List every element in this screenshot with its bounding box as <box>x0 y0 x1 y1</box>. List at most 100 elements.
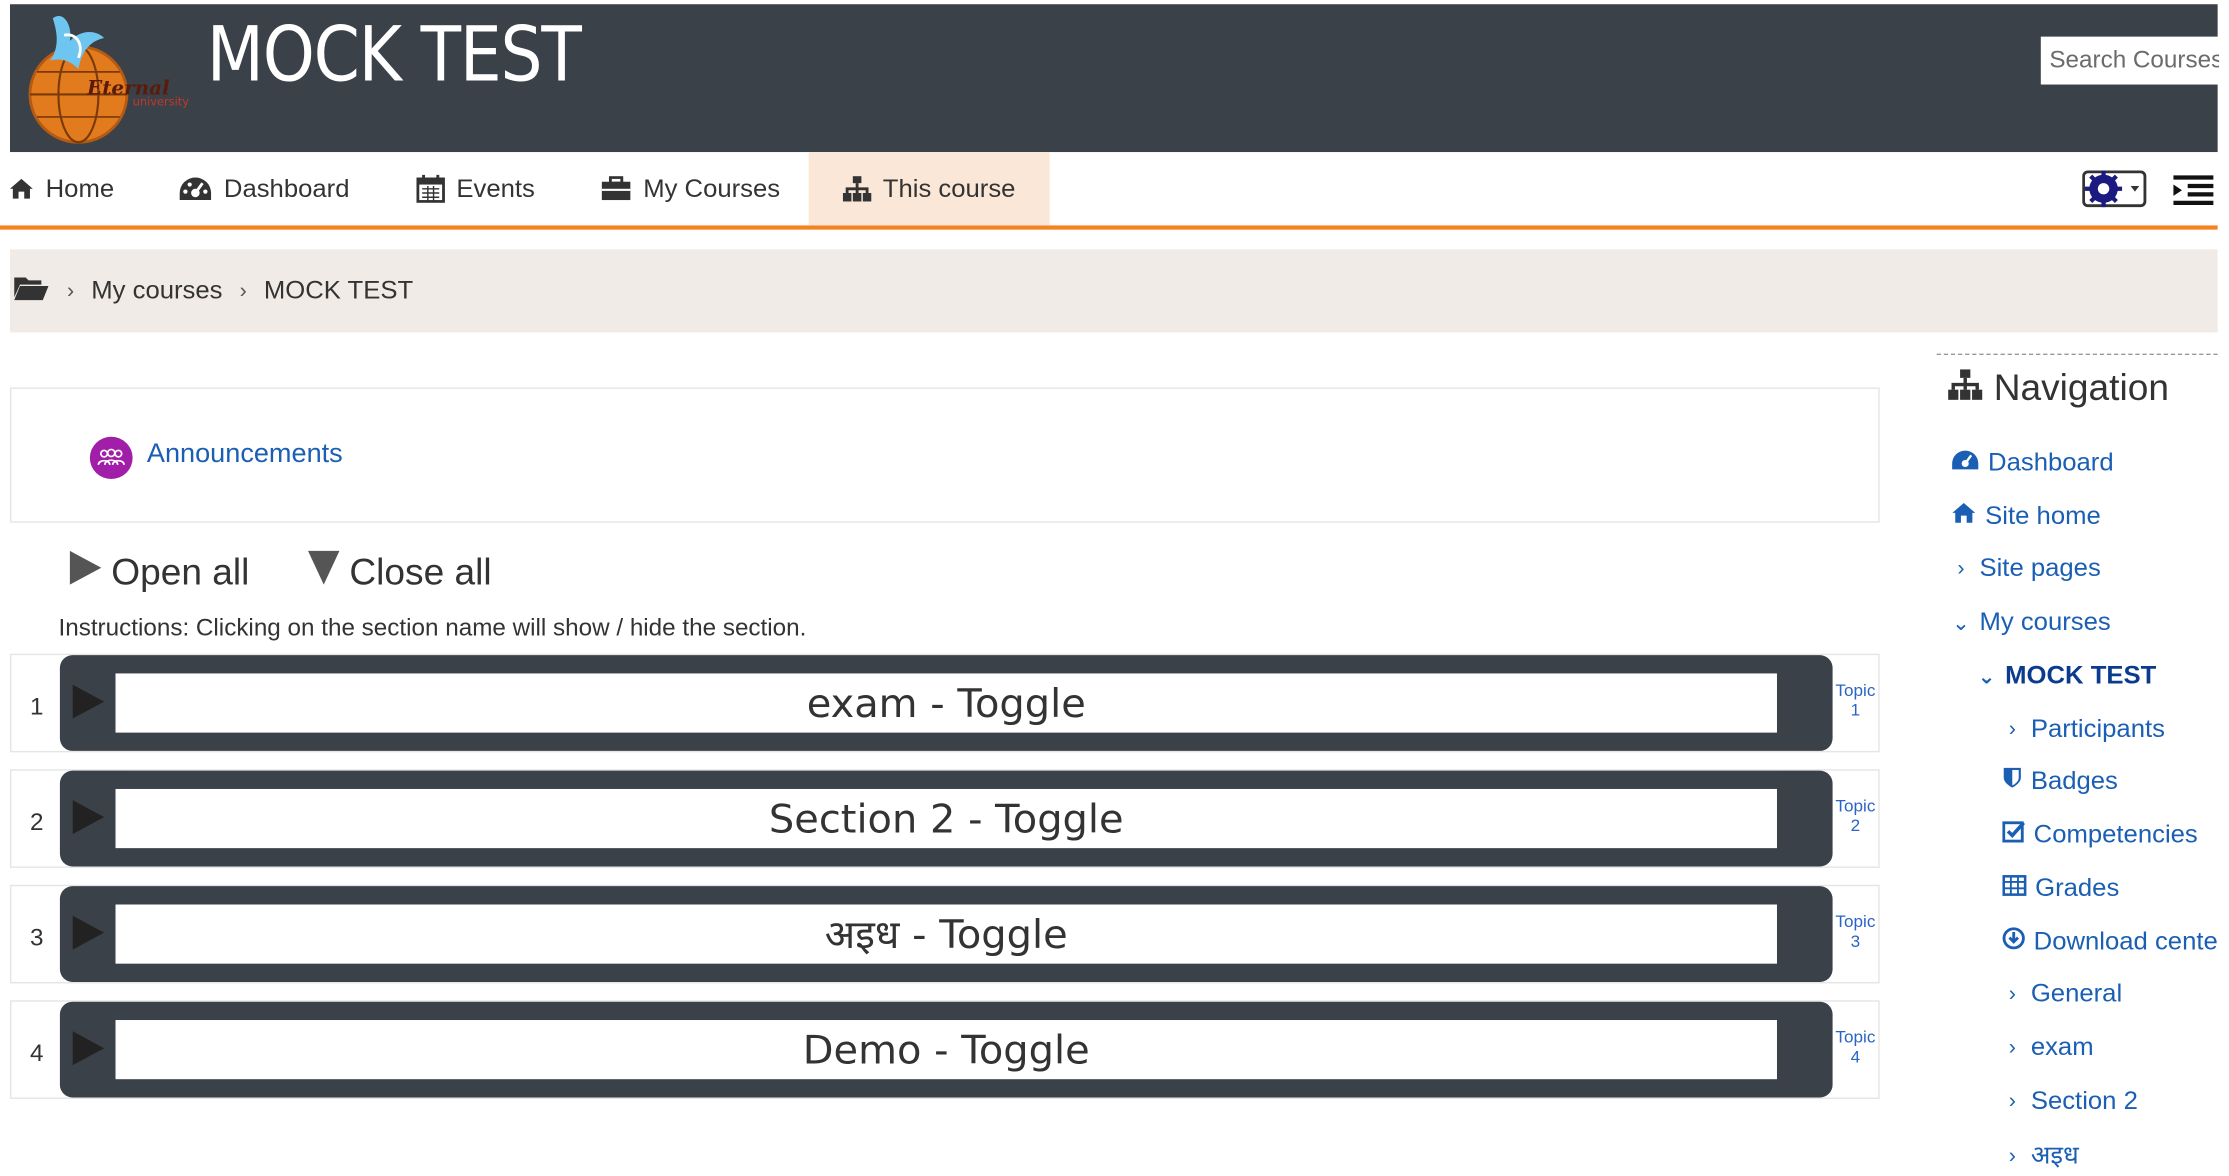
nav-block-section-2[interactable]: › Section 2 <box>2002 1086 2138 1116</box>
gear-icon <box>2082 170 2148 217</box>
section-toggle-title[interactable]: Section 2 - Toggle <box>115 788 1777 849</box>
download-circle-icon <box>2002 927 2025 957</box>
breadcrumb-separator-icon: › <box>239 278 247 303</box>
nav-block-site-pages-label: Site pages <box>1979 553 2101 582</box>
navigation-title-label: Navigation <box>1993 366 2169 409</box>
nav-block-grades[interactable]: Grades <box>2002 873 2119 903</box>
site-title[interactable]: MOCK TEST <box>207 10 582 99</box>
play-triangle-icon <box>72 800 105 835</box>
course-section: 2 Section 2 - Toggle Topic 2 <box>9 769 1880 868</box>
nav-events-label: Events <box>456 173 535 203</box>
section-topic-link[interactable]: Topic 2 <box>1833 796 1879 835</box>
section-toggle-title[interactable]: अइध - Toggle <box>115 904 1777 964</box>
topic-number: 3 <box>1850 931 1861 951</box>
nav-block-section-exam-label: exam <box>2030 1032 2094 1061</box>
section-toggle[interactable]: Demo - Toggle <box>59 1001 1833 1098</box>
nav-block-section-3-label: अइध <box>2030 1141 2079 1170</box>
chevron-right-icon: › <box>1957 556 1965 581</box>
nav-block-section-general[interactable]: › General <box>2002 979 2122 1009</box>
nav-home-label: Home <box>45 173 115 203</box>
down-triangle-icon <box>307 549 341 595</box>
section-number: 4 <box>29 1039 44 1067</box>
nav-my-courses[interactable]: My Courses <box>600 152 780 225</box>
play-triangle-icon <box>72 915 105 950</box>
announcements-activity: Announcements <box>9 387 1880 523</box>
nav-block-participants[interactable]: › Participants <box>2002 714 2165 744</box>
section-toggle[interactable]: अइध - Toggle <box>59 886 1833 982</box>
nav-block-current-course[interactable]: ⌄ MOCK TEST <box>1977 661 2157 691</box>
nav-block-download-center-label: Download center <box>2033 927 2218 956</box>
nav-this-course-label: This course <box>882 173 1016 203</box>
sitemap-icon <box>1948 366 1983 410</box>
topic-number: 1 <box>1850 700 1861 720</box>
search-courses-input[interactable] <box>2040 36 2228 85</box>
chevron-down-icon: ⌄ <box>1951 610 1970 635</box>
nav-block-my-courses[interactable]: ⌄ My courses <box>1951 607 2111 637</box>
topic-label: Topic <box>1835 911 1876 932</box>
home-icon <box>9 178 35 201</box>
breadcrumb-current-course[interactable]: MOCK TEST <box>264 276 413 306</box>
section-topic-link[interactable]: Topic 3 <box>1833 912 1879 951</box>
dashboard-icon <box>178 176 212 201</box>
breadcrumb-my-courses[interactable]: My courses <box>91 276 222 306</box>
section-number: 1 <box>29 693 44 720</box>
nav-block-my-courses-label: My courses <box>1979 607 2111 636</box>
nav-dashboard-label: Dashboard <box>223 173 350 203</box>
section-number: 3 <box>29 924 44 951</box>
topic-label: Topic <box>1835 1027 1876 1047</box>
breadcrumb: › My courses › MOCK TEST <box>9 249 2218 333</box>
toggle-instructions: Instructions: Clicking on the section na… <box>58 614 807 642</box>
indent-list-icon <box>2171 175 2218 213</box>
nav-block-dashboard[interactable]: Dashboard <box>1951 448 2114 478</box>
announcements-link[interactable]: Announcements <box>147 440 343 471</box>
topic-number: 2 <box>1850 815 1861 836</box>
breadcrumb-separator-icon: › <box>67 278 75 303</box>
navigation-block: Navigation Dashboard Site home › Site pa… <box>1936 353 2218 1176</box>
nav-home[interactable]: Home <box>9 152 115 225</box>
topic-label: Topic <box>1835 680 1876 701</box>
nav-block-current-course-label: MOCK TEST <box>2005 660 2157 689</box>
svg-text:university: university <box>133 95 190 109</box>
chevron-right-icon: › <box>2008 981 2016 1006</box>
section-topic-link[interactable]: Topic 1 <box>1833 680 1879 719</box>
nav-block-site-home[interactable]: Site home <box>1951 502 2101 532</box>
nav-block-grades-label: Grades <box>2035 873 2120 902</box>
navigation-block-title: Navigation <box>1948 366 2169 410</box>
section-toggle-title[interactable]: exam - Toggle <box>115 673 1777 733</box>
settings-menu-button[interactable] <box>2082 166 2148 211</box>
section-toggle-title[interactable]: Demo - Toggle <box>115 1020 1777 1080</box>
nav-this-course[interactable]: This course <box>808 152 1050 226</box>
open-all-button[interactable]: Open all <box>68 549 249 595</box>
section-topic-link[interactable]: Topic 4 <box>1833 1027 1879 1066</box>
nav-block-badges[interactable]: Badges <box>2002 766 2118 796</box>
nav-events[interactable]: Events <box>416 152 535 225</box>
nav-dashboard[interactable]: Dashboard <box>178 152 349 225</box>
nav-block-competencies-label: Competencies <box>2033 819 2198 849</box>
topic-label: Topic <box>1835 796 1876 816</box>
check-square-icon <box>2002 820 2026 850</box>
course-section: 4 Demo - Toggle Topic 4 <box>9 1000 1880 1099</box>
chevron-down-icon: ⌄ <box>1977 664 1996 689</box>
chevron-right-icon: › <box>2008 1089 2016 1114</box>
nav-block-download-center[interactable]: Download center <box>2002 927 2218 957</box>
nav-block-section-exam[interactable]: › exam <box>2002 1032 2094 1063</box>
chevron-right-icon: › <box>2008 717 2016 742</box>
nav-block-competencies[interactable]: Competencies <box>2002 819 2198 850</box>
site-logo[interactable]: Eternal university <box>21 7 189 145</box>
close-all-button[interactable]: Close all <box>307 549 492 595</box>
section-toggle[interactable]: Section 2 - Toggle <box>59 770 1833 867</box>
topic-number: 4 <box>1850 1046 1861 1067</box>
course-section: 1 exam - Toggle Topic 1 <box>9 653 1880 753</box>
block-drawer-toggle[interactable] <box>2171 173 2218 207</box>
nav-block-section-3[interactable]: › अइध <box>2002 1138 2079 1172</box>
table-icon <box>2002 873 2027 903</box>
section-toggle[interactable]: exam - Toggle <box>59 655 1833 751</box>
nav-block-site-pages[interactable]: › Site pages <box>1951 553 2101 584</box>
nav-block-participants-label: Participants <box>2030 714 2165 743</box>
briefcase-icon <box>600 176 631 201</box>
calendar-icon <box>416 174 445 203</box>
forum-icon <box>89 436 133 480</box>
play-triangle-icon <box>72 684 105 719</box>
folder-open-icon[interactable] <box>13 273 50 308</box>
chevron-right-icon: › <box>2008 1035 2016 1060</box>
